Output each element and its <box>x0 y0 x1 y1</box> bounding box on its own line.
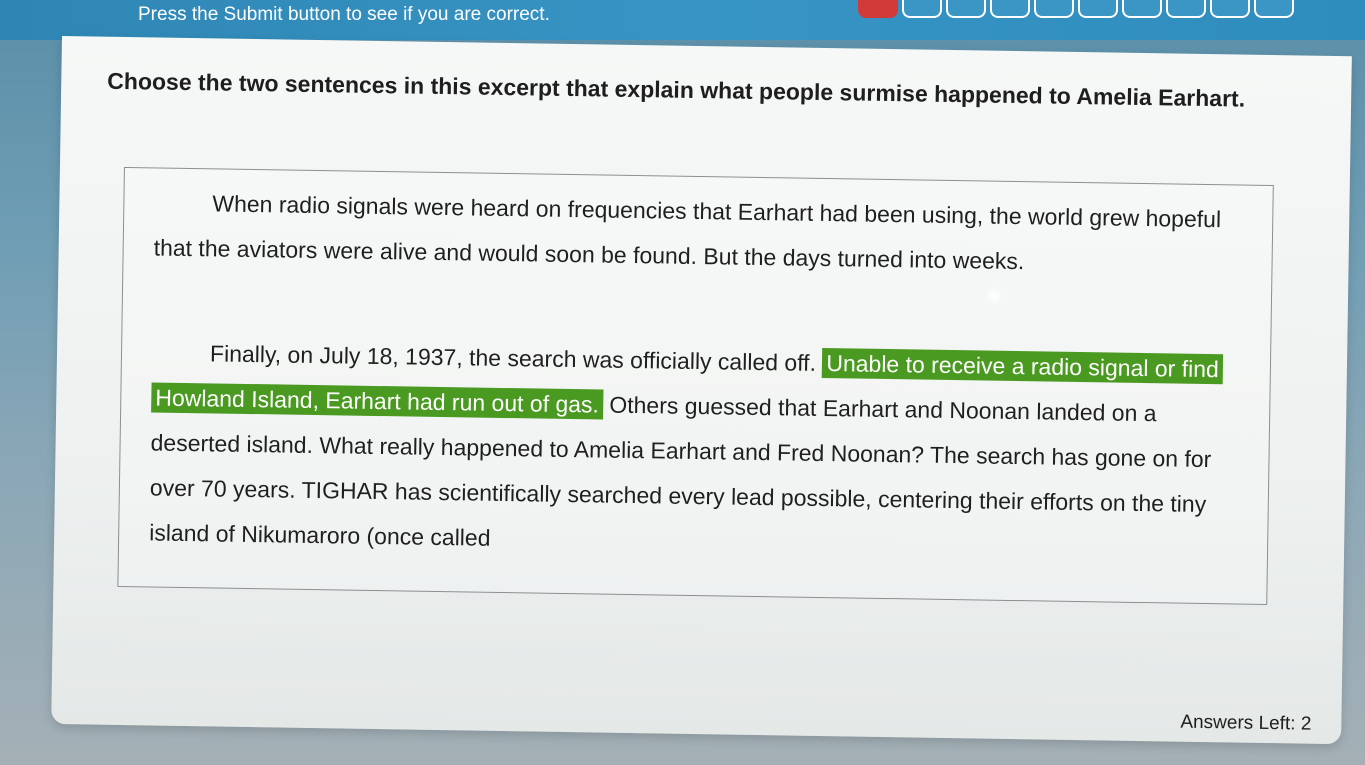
passage-sentence[interactable]: Finally, on July 18, 1937, the search wa… <box>210 340 816 376</box>
progress-box <box>858 0 898 18</box>
progress-box <box>990 0 1030 18</box>
passage-excerpt: When radio signals were heard on frequen… <box>117 166 1274 606</box>
passage-paragraph-2: Finally, on July 18, 1937, the search wa… <box>149 330 1247 572</box>
instruction-text: Press the Submit button to see if you ar… <box>138 4 550 25</box>
progress-box <box>1166 0 1206 18</box>
passage-sentence[interactable]: TIGHAR has scientifically searched every… <box>149 477 1206 551</box>
question-progress-tracker <box>858 0 1294 18</box>
passage-sentence[interactable]: What really happened to Amelia Earhart a… <box>319 432 924 467</box>
progress-box <box>1254 0 1294 18</box>
progress-box <box>946 0 986 18</box>
question-card: Choose the two sentences in this excerpt… <box>51 36 1352 745</box>
progress-box <box>1034 0 1074 18</box>
answers-left-counter: Answers Left: 2 <box>1180 711 1312 735</box>
passage-sentence[interactable]: But the days turned into weeks. <box>703 243 1024 274</box>
passage-paragraph-1: When radio signals were heard on frequen… <box>153 180 1249 287</box>
progress-box <box>1122 0 1162 18</box>
progress-box <box>902 0 942 18</box>
progress-box <box>1078 0 1118 18</box>
progress-box <box>1210 0 1250 18</box>
passage-sentence[interactable]: When radio signals were heard on frequen… <box>153 190 1221 269</box>
question-prompt: Choose the two sentences in this excerpt… <box>107 67 1246 112</box>
header-bar: Press the Submit button to see if you ar… <box>0 0 1365 40</box>
